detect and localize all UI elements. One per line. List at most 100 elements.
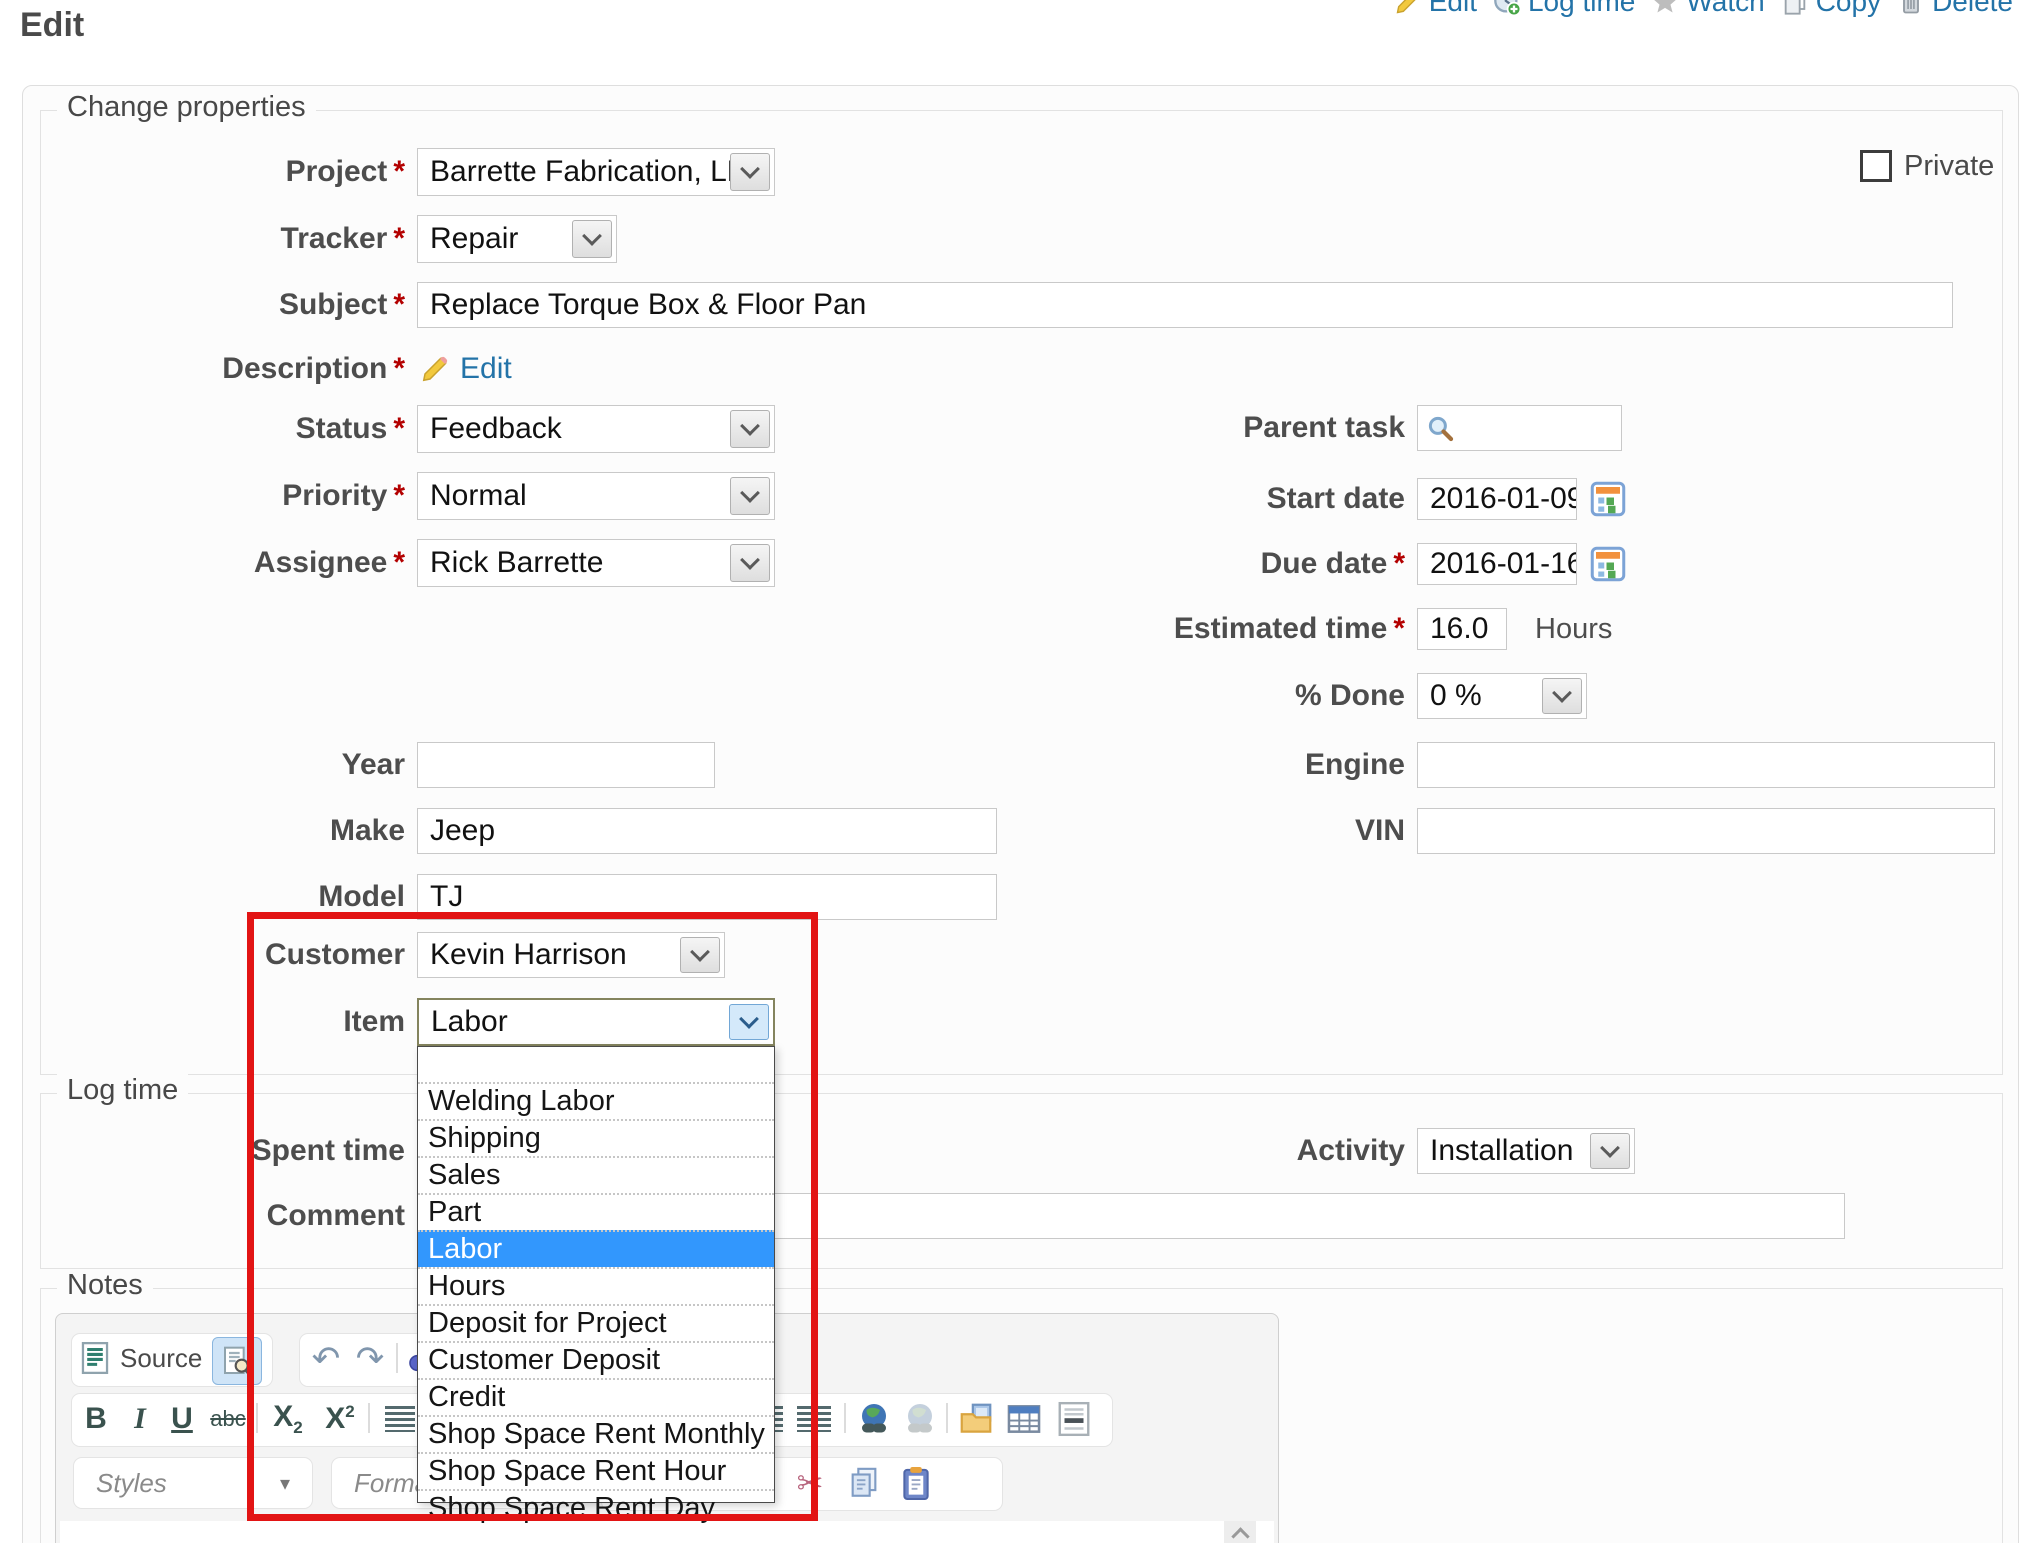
chevron-down-icon[interactable] xyxy=(1590,1133,1630,1169)
page-title: Edit xyxy=(20,6,84,45)
dropdown-option[interactable]: Part xyxy=(418,1193,774,1230)
strikethrough-icon: abc xyxy=(210,1406,245,1432)
justify-block-button[interactable] xyxy=(792,1397,836,1441)
priority-label: Priority* xyxy=(40,472,405,520)
caret-down-icon: ▾ xyxy=(280,1471,290,1495)
copy-button[interactable] xyxy=(842,1461,886,1505)
chevron-down-icon[interactable] xyxy=(730,477,770,515)
issue-action-bar: Edit Log time Watch Copy Delete xyxy=(1394,0,2013,20)
link-button[interactable] xyxy=(852,1397,896,1441)
spent-time-label: Spent time xyxy=(40,1128,405,1174)
project-select[interactable]: Barrette Fabrication, LLC xyxy=(417,148,775,196)
private-checkbox[interactable] xyxy=(1860,150,1892,182)
watch-link[interactable]: Watch xyxy=(1651,0,1764,18)
subscript-button[interactable]: X2 xyxy=(266,1397,310,1441)
copy-pages-icon xyxy=(848,1466,880,1500)
dropdown-option[interactable]: Shop Space Rent Hour xyxy=(418,1452,774,1489)
toolbar-divider xyxy=(256,1403,258,1433)
item-select[interactable]: Labor xyxy=(417,998,775,1046)
year-input[interactable] xyxy=(417,742,715,788)
chevron-down-icon[interactable] xyxy=(729,1004,769,1040)
dropdown-option[interactable]: Shop Space Rent Monthly xyxy=(418,1415,774,1452)
model-label: Model xyxy=(40,874,405,920)
dropdown-option[interactable]: Deposit for Project xyxy=(418,1304,774,1341)
delete-link[interactable]: Delete xyxy=(1897,0,2013,18)
dropdown-option[interactable]: Customer Deposit xyxy=(418,1341,774,1378)
dropdown-option[interactable]: Shipping xyxy=(418,1119,774,1156)
chevron-down-icon[interactable] xyxy=(680,937,720,973)
chevron-down-icon[interactable] xyxy=(730,410,770,448)
chevron-down-icon[interactable] xyxy=(730,544,770,582)
source-button[interactable]: Source xyxy=(80,1341,202,1375)
log-time-link[interactable]: Log time xyxy=(1493,0,1635,18)
numbered-list-icon xyxy=(385,1406,415,1432)
table-button[interactable] xyxy=(1002,1397,1046,1441)
hours-suffix: Hours xyxy=(1535,608,1612,650)
bold-button[interactable]: B xyxy=(74,1397,118,1441)
dropdown-option[interactable]: Sales xyxy=(418,1156,774,1193)
estimated-time-input[interactable]: 16.0 xyxy=(1417,608,1507,650)
dropdown-option[interactable]: Hours xyxy=(418,1267,774,1304)
item-label: Item xyxy=(40,998,405,1046)
engine-input[interactable] xyxy=(1417,742,1995,788)
image-icon xyxy=(957,1400,995,1438)
priority-select[interactable]: Normal xyxy=(417,472,775,520)
status-select[interactable]: Feedback xyxy=(417,405,775,453)
numbered-list-button[interactable] xyxy=(378,1397,422,1441)
chevron-down-icon[interactable] xyxy=(730,153,770,191)
percent-done-select[interactable]: 0 % xyxy=(1417,673,1587,719)
calendar-icon[interactable] xyxy=(1590,481,1626,517)
engine-label: Engine xyxy=(1040,742,1405,788)
bold-icon: B xyxy=(85,1402,107,1436)
chevron-down-icon[interactable] xyxy=(572,220,612,258)
italic-icon: I xyxy=(134,1402,146,1436)
private-label: Private xyxy=(1904,150,1994,182)
start-date-input[interactable]: 2016-01-09 xyxy=(1417,478,1577,520)
cut-button[interactable]: ✂ xyxy=(788,1461,832,1505)
dropdown-option[interactable]: Welding Labor xyxy=(418,1082,774,1119)
dropdown-option[interactable]: Credit xyxy=(418,1378,774,1415)
dropdown-option-selected[interactable]: Labor xyxy=(418,1230,774,1267)
unlink-icon xyxy=(902,1401,938,1437)
subject-input[interactable]: Replace Torque Box & Floor Pan xyxy=(417,282,1953,328)
tracker-select[interactable]: Repair xyxy=(417,215,617,263)
undo-button[interactable]: ↶ xyxy=(304,1337,348,1381)
activity-select[interactable]: Installation xyxy=(1417,1128,1635,1174)
source-doc-icon xyxy=(80,1341,110,1375)
preview-button[interactable] xyxy=(212,1337,262,1385)
editor-scrollbar[interactable] xyxy=(1224,1521,1256,1543)
underline-button[interactable]: U xyxy=(160,1397,204,1441)
italic-button[interactable]: I xyxy=(118,1397,162,1441)
chevron-down-icon[interactable] xyxy=(1542,678,1582,714)
horizontal-rule-button[interactable] xyxy=(1052,1397,1096,1441)
strikethrough-button[interactable]: abc xyxy=(206,1397,250,1441)
preview-icon xyxy=(222,1345,252,1377)
customer-select[interactable]: Kevin Harrison xyxy=(417,932,725,978)
vin-input[interactable] xyxy=(1417,808,1995,854)
calendar-icon[interactable] xyxy=(1590,546,1626,582)
scissors-icon: ✂ xyxy=(797,1464,824,1502)
model-input[interactable]: TJ xyxy=(417,874,997,920)
paste-button[interactable] xyxy=(894,1461,938,1505)
assignee-select[interactable]: Rick Barrette xyxy=(417,539,775,587)
description-edit-link[interactable]: Edit xyxy=(460,352,512,386)
customer-label: Customer xyxy=(40,932,405,978)
search-icon xyxy=(1426,414,1456,444)
superscript-icon: X2 xyxy=(325,1402,354,1436)
parent-task-input[interactable] xyxy=(1417,405,1622,451)
dropdown-option[interactable]: Shop Space Rent Day xyxy=(418,1489,774,1526)
dropdown-option[interactable] xyxy=(418,1047,774,1082)
due-date-input[interactable]: 2016-01-16 xyxy=(1417,543,1577,585)
subject-label: Subject* xyxy=(40,282,405,328)
toolbar-divider xyxy=(368,1403,370,1433)
styles-dropdown[interactable]: Styles▾ xyxy=(73,1457,313,1509)
make-input[interactable]: Jeep xyxy=(417,808,997,854)
scroll-up-icon xyxy=(1231,1527,1249,1543)
edit-link[interactable]: Edit xyxy=(1394,0,1477,18)
copy-link[interactable]: Copy xyxy=(1781,0,1881,18)
redo-button[interactable]: ↷ xyxy=(348,1337,392,1381)
unlink-button[interactable] xyxy=(898,1397,942,1441)
image-button[interactable] xyxy=(954,1397,998,1441)
vin-label: VIN xyxy=(1040,808,1405,854)
superscript-button[interactable]: X2 xyxy=(318,1397,362,1441)
